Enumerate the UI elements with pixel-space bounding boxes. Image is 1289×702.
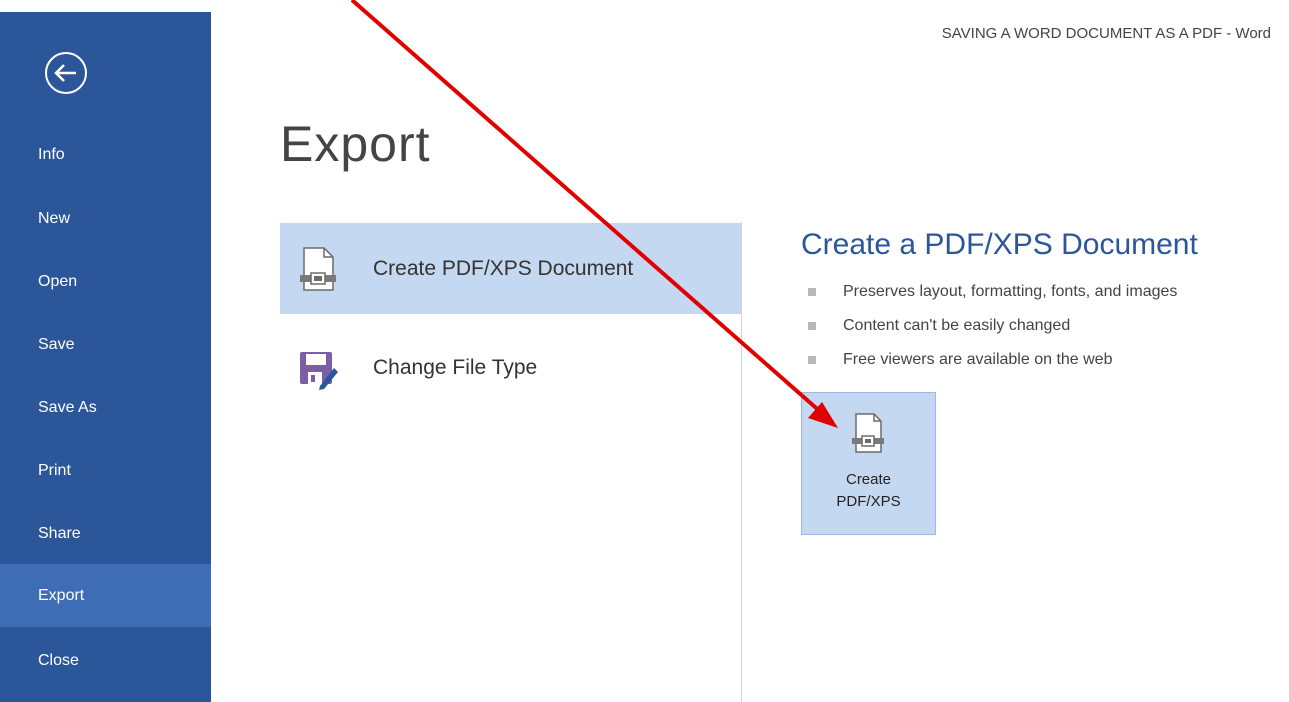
pdf-document-icon (852, 413, 884, 453)
nav-open[interactable]: Open (0, 250, 211, 313)
nav-close[interactable]: Close (0, 629, 211, 692)
back-arrow-icon (45, 52, 87, 94)
nav-export[interactable]: Export (0, 564, 211, 627)
backstage-sidebar: Info New Open Save Save As Print Share E… (0, 12, 211, 702)
nav-share[interactable]: Share (0, 502, 211, 565)
bullet-square-icon (808, 322, 816, 330)
section-title: Create a PDF/XPS Document (801, 228, 1198, 261)
option-change-file-type[interactable]: Change File Type (280, 322, 741, 413)
page-title: Export (280, 116, 431, 172)
panel-divider (741, 222, 742, 702)
back-button[interactable] (38, 45, 94, 101)
create-pdf-xps-button[interactable]: Create PDF/XPS (801, 392, 936, 535)
nav-new[interactable]: New (0, 187, 211, 250)
feature-list: Preserves layout, formatting, fonts, and… (808, 280, 1177, 382)
bullet-square-icon (808, 356, 816, 364)
nav-info[interactable]: Info (0, 123, 211, 186)
option-label: Create PDF/XPS Document (373, 257, 634, 280)
create-button-label: Create PDF/XPS (836, 471, 901, 510)
bullet-square-icon (808, 288, 816, 296)
nav-save-as[interactable]: Save As (0, 376, 211, 439)
nav-save[interactable]: Save (0, 313, 211, 376)
option-create-pdf-xps[interactable]: Create PDF/XPS Document (280, 223, 741, 314)
save-file-type-icon (300, 352, 338, 390)
pdf-document-icon (300, 247, 336, 291)
list-item: Free viewers are available on the web (808, 348, 1177, 382)
list-item: Preserves layout, formatting, fonts, and… (808, 280, 1177, 314)
option-label: Change File Type (373, 356, 538, 379)
window-title: SAVING A WORD DOCUMENT AS A PDF - Word (941, 25, 1271, 42)
list-item: Content can't be easily changed (808, 314, 1177, 348)
nav-print[interactable]: Print (0, 439, 211, 502)
